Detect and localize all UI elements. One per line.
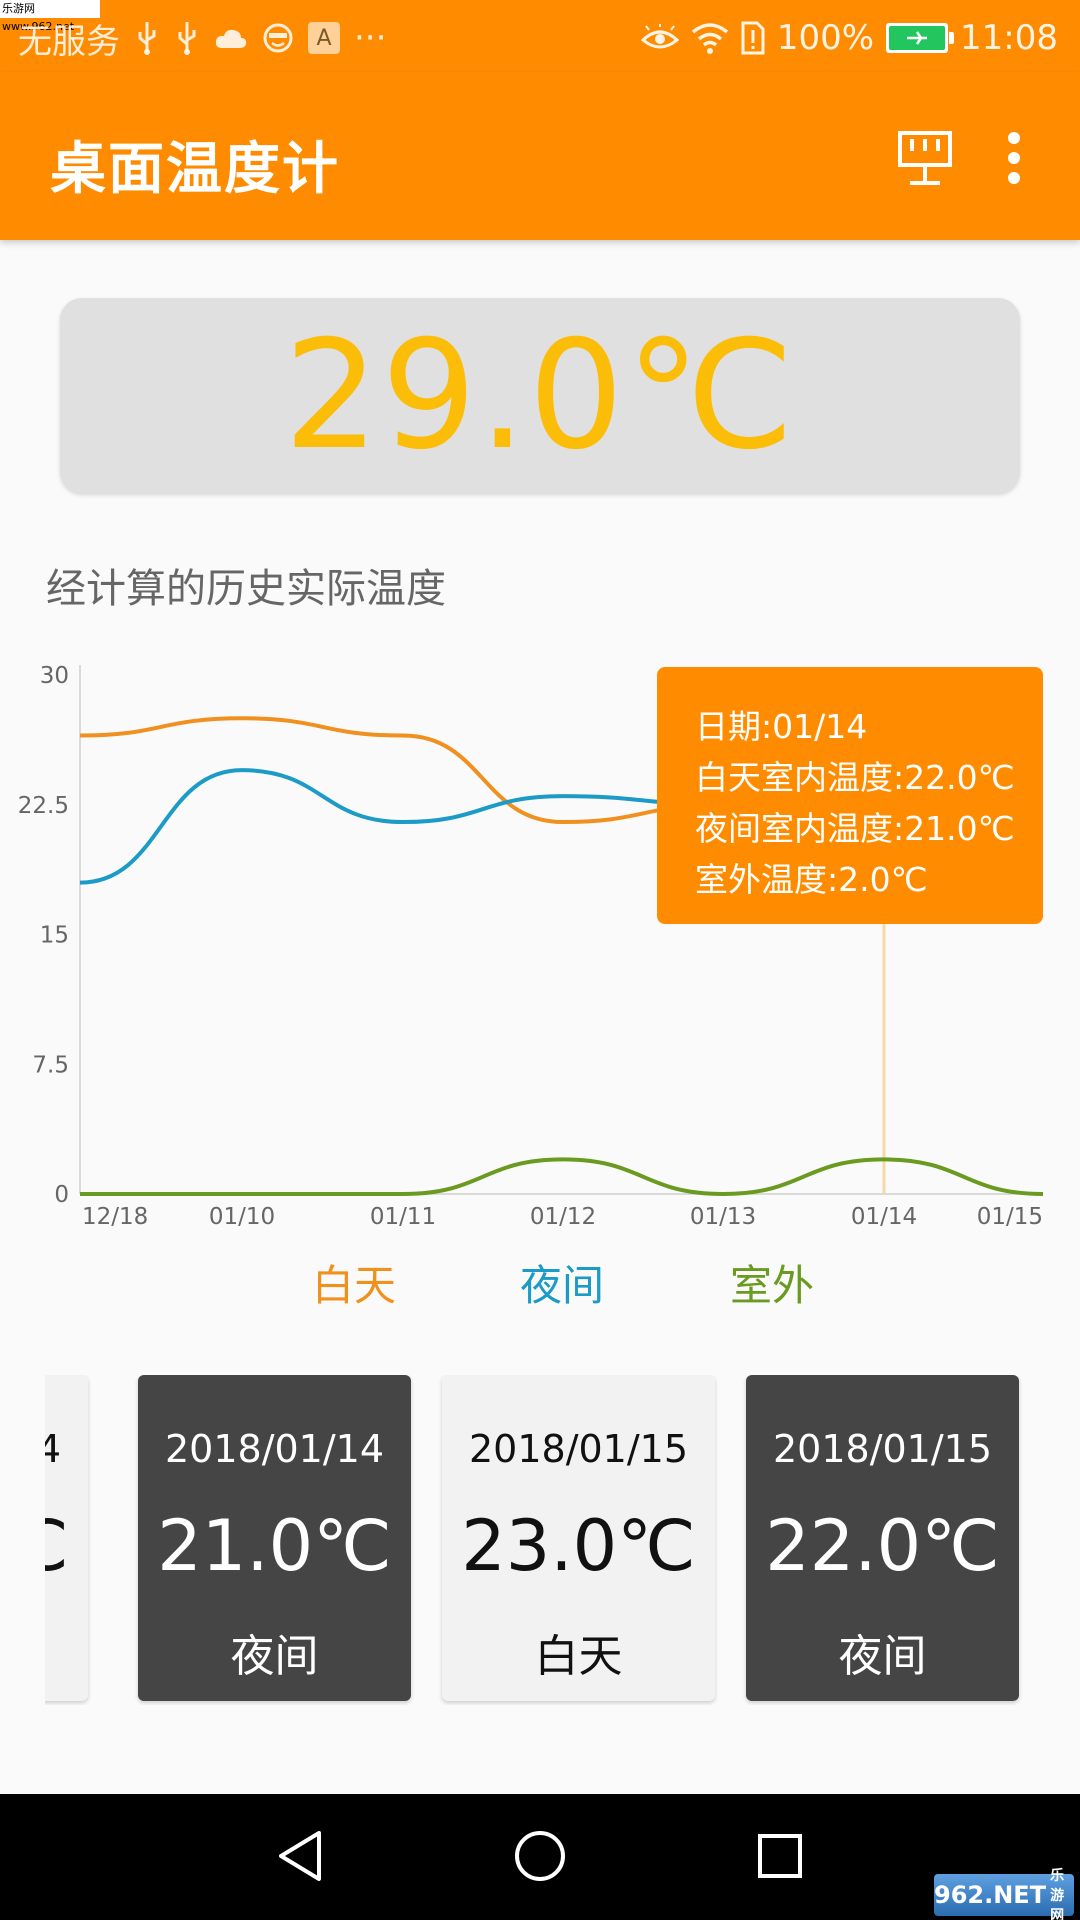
x-tick-label: 01/13	[690, 1204, 756, 1230]
current-temperature-card: 29.0℃	[60, 298, 1020, 493]
battery-percent: 100%	[776, 18, 875, 58]
app-bar: 桌面温度计	[0, 72, 1080, 240]
usb-icon	[134, 20, 160, 56]
x-tick-label: 01/11	[370, 1204, 436, 1230]
current-temperature: 29.0℃	[283, 308, 797, 483]
display-mode-icon	[896, 129, 954, 191]
series-line-室外	[79, 1157, 1044, 1197]
tooltip-outdoor-temp: 室外温度:2.0℃	[695, 860, 928, 899]
y-tick-label: 15	[40, 923, 69, 949]
back-button[interactable]	[268, 1826, 332, 1890]
status-bar: 乐游网 www.962.net 无服务 A ··· 100% 11:08	[0, 0, 1080, 72]
navigation-bar: 962.NET 乐游网	[0, 1794, 1080, 1920]
status-left: 无服务 A ···	[18, 16, 387, 62]
x-tick-label: 01/15	[977, 1204, 1043, 1230]
usb-icon	[174, 20, 200, 56]
overflow-menu-button[interactable]	[974, 120, 1054, 200]
card-label: 白天	[45, 1620, 88, 1684]
card-date: 2018/01/14	[45, 1427, 62, 1471]
eye-icon	[640, 24, 679, 52]
recents-icon	[756, 1832, 804, 1884]
x-tick-label: 01/12	[530, 1204, 596, 1230]
tooltip-date: 日期:01/14	[695, 707, 868, 746]
card-temp: 21.0℃	[157, 1505, 392, 1587]
wifi-icon	[691, 22, 729, 54]
battery-icon	[886, 23, 955, 53]
display-mode-button[interactable]	[885, 120, 965, 200]
status-right: 100% 11:08	[640, 16, 1058, 60]
legend-outdoor[interactable]: 室外	[730, 1252, 814, 1313]
watermark-bottom: 962.NET 乐游网	[934, 1868, 1074, 1920]
cloud-icon	[214, 26, 248, 50]
card-temp: 23.0℃	[461, 1505, 696, 1587]
more-dots-icon: ···	[354, 18, 387, 58]
card-date: 2018/01/14	[164, 1427, 385, 1471]
daily-card[interactable]: 2018/01/15 23.0℃ 白天	[442, 1375, 715, 1701]
overflow-menu-icon	[1006, 132, 1022, 188]
card-temp: 23.0℃	[45, 1505, 88, 1587]
daily-cards-scroller[interactable]: 2018/01/14 23.0℃ 白天 2018/01/14 21.0℃ 夜间 …	[45, 1375, 1080, 1705]
app-title: 桌面温度计	[50, 137, 340, 202]
y-tick-label: 7.5	[32, 1052, 69, 1078]
card-label: 夜间	[230, 1631, 319, 1682]
tooltip-night-temp: 夜间室内温度:21.0℃	[695, 809, 1015, 848]
y-tick-label: 22.5	[18, 793, 69, 819]
chart-tooltip: 日期:01/14 白天室内温度:22.0℃ 夜间室内温度:21.0℃ 室外温度:…	[657, 667, 1043, 924]
card-date: 2018/01/15	[772, 1427, 993, 1471]
daily-card[interactable]: 2018/01/14 21.0℃ 夜间	[138, 1375, 411, 1701]
card-temp: 22.0℃	[765, 1505, 1000, 1587]
clock: 11:08	[960, 18, 1058, 58]
daily-card[interactable]: 2018/01/14 23.0℃ 白天	[45, 1375, 88, 1701]
daily-card[interactable]: 2018/01/15 22.0℃ 夜间	[746, 1375, 1019, 1701]
home-button[interactable]	[508, 1826, 572, 1890]
card-label: 夜间	[838, 1631, 927, 1682]
history-title: 经计算的历史实际温度	[46, 566, 446, 612]
carrier-text: 无服务	[18, 21, 120, 62]
x-tick-label: 12/18	[82, 1204, 148, 1230]
a-badge-icon: A	[308, 22, 340, 54]
x-tick-label: 01/10	[209, 1204, 275, 1230]
y-tick-label: 0	[54, 1182, 69, 1208]
back-icon	[275, 1829, 325, 1887]
x-tick-label: 01/14	[851, 1204, 917, 1230]
legend-day[interactable]: 白天	[312, 1252, 396, 1313]
y-tick-label: 30	[40, 663, 69, 689]
tooltip-day-temp: 白天室内温度:22.0℃	[695, 758, 1015, 797]
recents-button[interactable]	[748, 1826, 812, 1890]
card-date: 2018/01/15	[468, 1427, 689, 1471]
card-label: 白天	[534, 1631, 623, 1682]
face-icon	[262, 22, 294, 54]
sim-alert-icon	[741, 21, 765, 55]
home-icon	[513, 1829, 567, 1887]
legend-night[interactable]: 夜间	[520, 1252, 604, 1313]
